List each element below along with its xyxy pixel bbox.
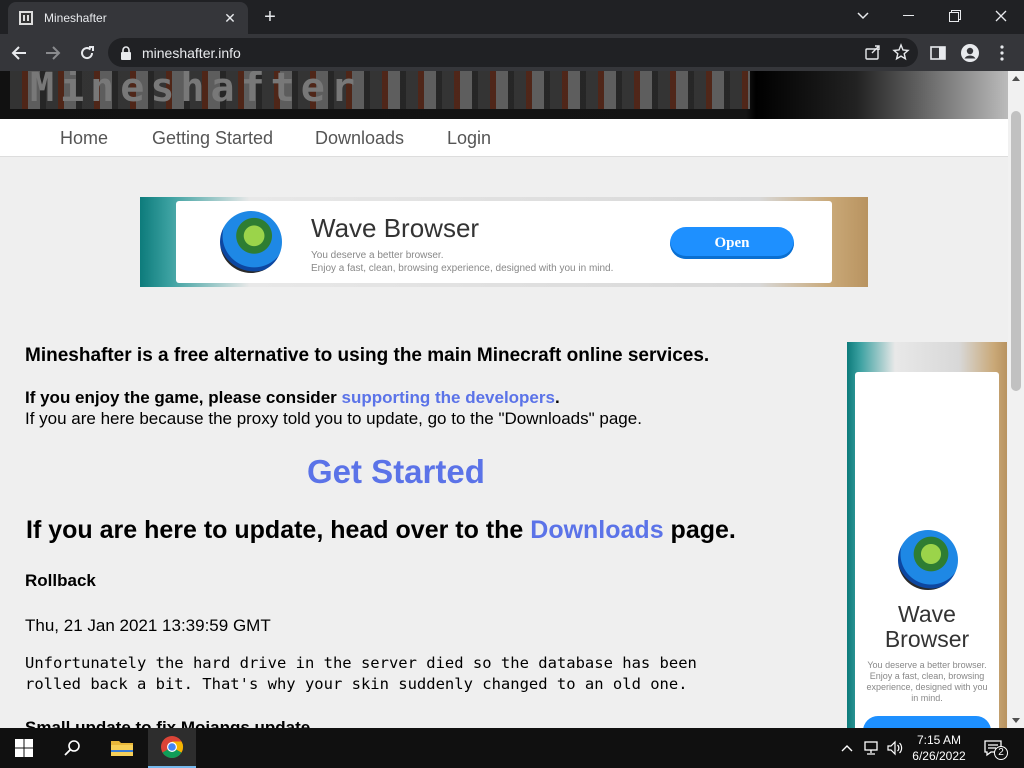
network-icon[interactable] (860, 728, 882, 768)
nav-login[interactable]: Login (447, 128, 491, 149)
bookmark-star-icon[interactable] (892, 43, 910, 61)
rollback-heading: Rollback (25, 571, 96, 590)
new-tab-button[interactable]: + (258, 6, 282, 30)
page-scrollbar[interactable] (1008, 71, 1024, 728)
intro-text: Mineshafter is a free alternative to usi… (25, 345, 710, 366)
folder-icon (111, 741, 133, 756)
address-bar[interactable]: mineshafter.info (108, 38, 918, 67)
minimize-button[interactable] (886, 0, 932, 32)
site-nav: Home Getting Started Downloads Login (0, 119, 1008, 157)
nav-getting-started[interactable]: Getting Started (152, 128, 273, 149)
back-arrow-icon (11, 45, 26, 60)
back-button[interactable] (4, 38, 34, 68)
close-window-button[interactable] (978, 0, 1024, 32)
tab-search-icon[interactable] (840, 0, 886, 32)
ad-subtitle: You deserve a better browser. Enjoy a fa… (311, 250, 614, 274)
wave-browser-logo-icon (898, 530, 958, 590)
lock-icon (121, 45, 131, 60)
tab-strip: Mineshafter ✕ + (0, 0, 1024, 34)
next-post-heading: Small update to fix Mojangs update (25, 718, 311, 728)
windows-taskbar: 7:15 AM 6/26/2022 2 (0, 728, 1024, 768)
reload-button[interactable] (72, 38, 102, 68)
rollback-body-line-2: rolled back a bit. That's why your skin … (25, 675, 688, 693)
nav-home[interactable]: Home (60, 128, 108, 149)
site-logo[interactable]: Mineshafter (10, 71, 750, 111)
chrome-icon (161, 736, 183, 758)
ad-title: Wave Browser (311, 213, 480, 243)
rollback-body-line-1: Unfortunately the hard drive in the serv… (25, 654, 697, 672)
ad-side-open-button[interactable] (863, 716, 991, 728)
side-panel-icon[interactable] (924, 38, 952, 67)
show-hidden-icons-chevron-icon[interactable] (838, 728, 856, 768)
scrollbar-thumb[interactable] (1011, 111, 1021, 391)
scroll-up-arrow-icon[interactable] (1012, 76, 1020, 81)
ad-side-card: Wave Browser You deserve a better browse… (855, 372, 999, 728)
ad-open-button[interactable]: Open (670, 227, 794, 259)
browser-toolbar: mineshafter.info (0, 34, 1024, 71)
url-text: mineshafter.info (142, 44, 241, 61)
file-explorer-button[interactable] (98, 728, 146, 768)
downloads-link[interactable]: Downloads (530, 516, 663, 544)
nav-downloads[interactable]: Downloads (315, 128, 404, 149)
tab-title: Mineshafter (44, 11, 107, 25)
notification-badge: 2 (994, 746, 1008, 760)
reload-icon (81, 45, 94, 59)
proxy-text: If you are here because the proxy told y… (25, 409, 642, 428)
support-line: If you enjoy the game, please consider s… (25, 388, 560, 407)
browser-tab[interactable]: Mineshafter ✕ (8, 2, 248, 34)
notification-center-button[interactable]: 2 (980, 728, 1008, 768)
search-button[interactable] (48, 728, 96, 768)
rollback-date: Thu, 21 Jan 2021 13:39:59 GMT (25, 616, 271, 635)
ad-banner-side[interactable]: Wave Browser You deserve a better browse… (847, 342, 1007, 728)
clock-time: 7:15 AM (916, 733, 962, 747)
support-developers-link[interactable]: supporting the developers (341, 388, 554, 407)
restore-button[interactable] (932, 0, 978, 32)
get-started-link[interactable]: Get Started (307, 453, 485, 491)
site-favicon-icon (19, 11, 33, 25)
more-menu-icon[interactable] (988, 38, 1016, 67)
wave-browser-logo-icon (220, 211, 282, 273)
share-icon[interactable] (864, 43, 882, 61)
ad-banner-top[interactable]: Wave Browser You deserve a better browse… (140, 197, 868, 287)
clock-date: 6/26/2022 (912, 749, 966, 763)
system-clock[interactable]: 7:15 AM 6/26/2022 (900, 732, 978, 764)
start-button[interactable] (0, 728, 48, 768)
page-viewport: Mineshafter Home Getting Started Downloa… (0, 71, 1008, 728)
forward-arrow-icon (46, 45, 61, 60)
chrome-taskbar-button[interactable] (148, 728, 196, 768)
ad-card: Wave Browser You deserve a better browse… (176, 201, 832, 283)
search-icon (64, 740, 80, 756)
site-banner: Mineshafter (0, 71, 1008, 119)
ad-side-subtitle: You deserve a better browser. Enjoy a fa… (866, 660, 988, 703)
forward-button[interactable] (38, 38, 68, 68)
ad-side-title: Wave Browser (884, 601, 970, 652)
scroll-down-arrow-icon[interactable] (1012, 718, 1020, 723)
update-heading: If you are here to update, head over to … (26, 516, 736, 544)
windows-logo-icon (15, 739, 33, 757)
tab-close-icon[interactable]: ✕ (222, 10, 238, 27)
profile-avatar-icon[interactable] (956, 38, 984, 67)
